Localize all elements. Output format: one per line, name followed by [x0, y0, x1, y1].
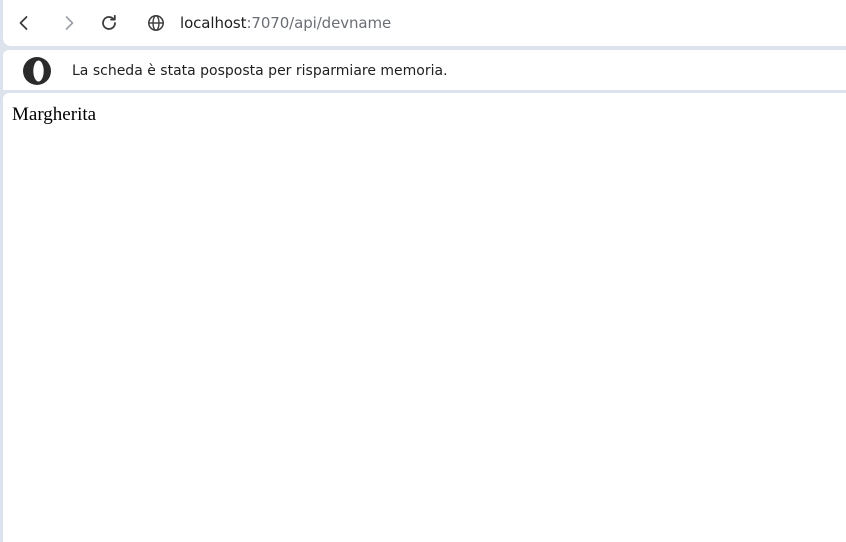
- chevron-left-icon: [19, 16, 28, 30]
- infobar-message: La scheda è stata posposta per risparmia…: [72, 63, 448, 79]
- site-info-button[interactable]: [146, 13, 166, 33]
- browser-toolbar: localhost:7070/api/devname: [3, 0, 846, 46]
- url-path: :7070/api/devname: [246, 14, 392, 32]
- tab-snoozed-infobar: La scheda è stata posposta per risparmia…: [3, 50, 846, 90]
- forward-button[interactable]: [57, 11, 81, 35]
- browser-window: localhost:7070/api/devname La scheda è s…: [0, 0, 846, 542]
- opera-logo-icon: [23, 57, 51, 85]
- url-host: localhost: [180, 14, 247, 32]
- address-bar[interactable]: localhost:7070/api/devname: [180, 13, 391, 33]
- chevron-right-icon: [65, 16, 74, 30]
- globe-icon: [148, 15, 164, 31]
- reload-icon: [102, 14, 116, 30]
- page-content: Margherita: [3, 93, 846, 542]
- back-button[interactable]: [12, 11, 36, 35]
- reload-button[interactable]: [97, 11, 121, 35]
- page-body-text: Margherita: [12, 104, 97, 125]
